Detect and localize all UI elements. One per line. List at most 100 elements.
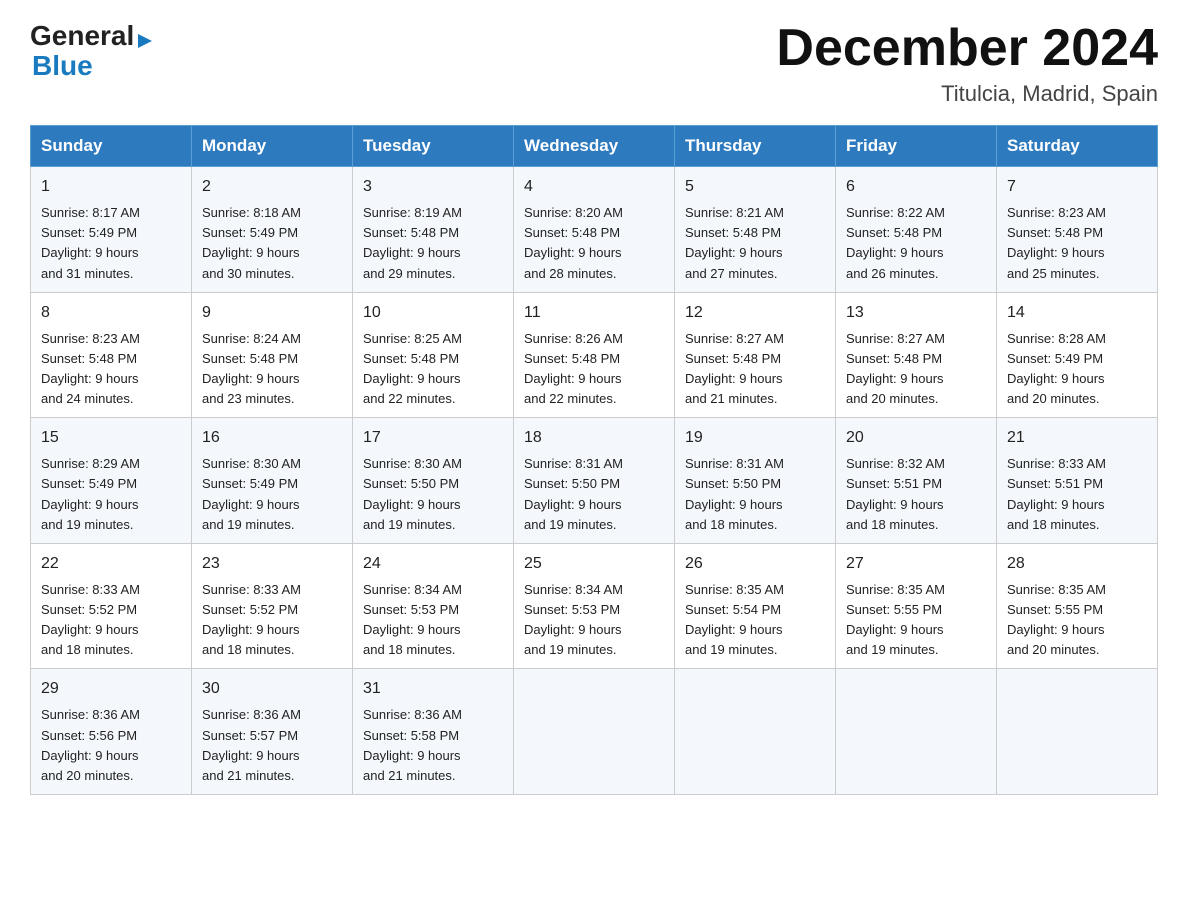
day-number: 27 [846, 552, 986, 576]
day-info: Sunrise: 8:36 AMSunset: 5:56 PMDaylight:… [41, 705, 181, 786]
calendar-cell: 20 Sunrise: 8:32 AMSunset: 5:51 PMDayligh… [836, 418, 997, 544]
logo-blue-text: Blue [32, 50, 93, 82]
day-number: 4 [524, 175, 664, 199]
calendar-cell: 17 Sunrise: 8:30 AMSunset: 5:50 PMDayligh… [353, 418, 514, 544]
header-saturday: Saturday [997, 126, 1158, 167]
day-number: 29 [41, 677, 181, 701]
calendar-cell: 23Sunrise: 8:33 AMSunset: 5:52 PMDayligh… [192, 543, 353, 669]
day-number: 12 [685, 301, 825, 325]
day-number: 2 [202, 175, 342, 199]
header-wednesday: Wednesday [514, 126, 675, 167]
day-info: Sunrise: 8:18 AMSunset: 5:49 PMDaylight:… [202, 203, 342, 284]
calendar-cell: 6 Sunrise: 8:22 AMSunset: 5:48 PMDaylight… [836, 167, 997, 293]
calendar-cell: 29 Sunrise: 8:36 AMSunset: 5:56 PMDayligh… [31, 669, 192, 795]
calendar-cell: 19 Sunrise: 8:31 AMSunset: 5:50 PMDayligh… [675, 418, 836, 544]
day-info: Sunrise: 8:35 AMSunset: 5:55 PMDaylight:… [1007, 580, 1147, 661]
day-number: 21 [1007, 426, 1147, 450]
header-friday: Friday [836, 126, 997, 167]
day-number: 24 [363, 552, 503, 576]
day-info: Sunrise: 8:33 AMSunset: 5:52 PMDaylight:… [41, 580, 181, 661]
day-info: Sunrise: 8:36 AMSunset: 5:57 PMDaylight:… [202, 705, 342, 786]
calendar-table: Sunday Monday Tuesday Wednesday Thursday… [30, 125, 1158, 795]
day-info: Sunrise: 8:34 AMSunset: 5:53 PMDaylight:… [363, 580, 503, 661]
calendar-cell: 22 Sunrise: 8:33 AMSunset: 5:52 PMDayligh… [31, 543, 192, 669]
month-year-title: December 2024 [776, 20, 1158, 77]
day-number: 20 [846, 426, 986, 450]
day-number: 16 [202, 426, 342, 450]
day-number: 11 [524, 301, 664, 325]
day-info: Sunrise: 8:30 AMSunset: 5:49 PMDaylight:… [202, 454, 342, 535]
location-subtitle: Titulcia, Madrid, Spain [776, 81, 1158, 107]
calendar-cell: 25 Sunrise: 8:34 AMSunset: 5:53 PMDayligh… [514, 543, 675, 669]
calendar-cell: 11Sunrise: 8:26 AMSunset: 5:48 PMDayligh… [514, 292, 675, 418]
day-number: 17 [363, 426, 503, 450]
calendar-cell [675, 669, 836, 795]
day-number: 8 [41, 301, 181, 325]
calendar-cell: 24 Sunrise: 8:34 AMSunset: 5:53 PMDayligh… [353, 543, 514, 669]
day-info: Sunrise: 8:30 AMSunset: 5:50 PMDaylight:… [363, 454, 503, 535]
calendar-cell: 27 Sunrise: 8:35 AMSunset: 5:55 PMDayligh… [836, 543, 997, 669]
day-info: Sunrise: 8:22 AMSunset: 5:48 PMDaylight:… [846, 203, 986, 284]
calendar-week-row: 1Sunrise: 8:17 AMSunset: 5:49 PMDaylight… [31, 167, 1158, 293]
day-info: Sunrise: 8:23 AMSunset: 5:48 PMDaylight:… [41, 329, 181, 410]
day-number: 26 [685, 552, 825, 576]
day-number: 10 [363, 301, 503, 325]
day-number: 19 [685, 426, 825, 450]
day-info: Sunrise: 8:23 AMSunset: 5:48 PMDaylight:… [1007, 203, 1147, 284]
title-block: December 2024 Titulcia, Madrid, Spain [776, 20, 1158, 107]
day-number: 14 [1007, 301, 1147, 325]
header-monday: Monday [192, 126, 353, 167]
day-number: 25 [524, 552, 664, 576]
calendar-week-row: 22 Sunrise: 8:33 AMSunset: 5:52 PMDayligh… [31, 543, 1158, 669]
calendar-cell: 18 Sunrise: 8:31 AMSunset: 5:50 PMDayligh… [514, 418, 675, 544]
day-info: Sunrise: 8:28 AMSunset: 5:49 PMDaylight:… [1007, 329, 1147, 410]
calendar-cell: 16 Sunrise: 8:30 AMSunset: 5:49 PMDayligh… [192, 418, 353, 544]
day-info: Sunrise: 8:24 AMSunset: 5:48 PMDaylight:… [202, 329, 342, 410]
calendar-cell: 1Sunrise: 8:17 AMSunset: 5:49 PMDaylight… [31, 167, 192, 293]
day-number: 6 [846, 175, 986, 199]
calendar-cell: 5Sunrise: 8:21 AMSunset: 5:48 PMDaylight… [675, 167, 836, 293]
day-info: Sunrise: 8:36 AMSunset: 5:58 PMDaylight:… [363, 705, 503, 786]
header-thursday: Thursday [675, 126, 836, 167]
day-number: 30 [202, 677, 342, 701]
logo: General Blue [30, 20, 156, 82]
calendar-body: 1Sunrise: 8:17 AMSunset: 5:49 PMDaylight… [31, 167, 1158, 795]
day-number: 9 [202, 301, 342, 325]
day-number: 13 [846, 301, 986, 325]
day-number: 31 [363, 677, 503, 701]
day-info: Sunrise: 8:31 AMSunset: 5:50 PMDaylight:… [524, 454, 664, 535]
day-number: 1 [41, 175, 181, 199]
calendar-week-row: 15Sunrise: 8:29 AMSunset: 5:49 PMDayligh… [31, 418, 1158, 544]
logo-arrow-icon [134, 30, 156, 52]
calendar-cell: 21 Sunrise: 8:33 AMSunset: 5:51 PMDayligh… [997, 418, 1158, 544]
day-number: 7 [1007, 175, 1147, 199]
day-number: 28 [1007, 552, 1147, 576]
calendar-cell: 2 Sunrise: 8:18 AMSunset: 5:49 PMDaylight… [192, 167, 353, 293]
calendar-week-row: 29 Sunrise: 8:36 AMSunset: 5:56 PMDayligh… [31, 669, 1158, 795]
day-info: Sunrise: 8:21 AMSunset: 5:48 PMDaylight:… [685, 203, 825, 284]
calendar-cell [997, 669, 1158, 795]
calendar-cell: 4 Sunrise: 8:20 AMSunset: 5:48 PMDaylight… [514, 167, 675, 293]
day-info: Sunrise: 8:35 AMSunset: 5:55 PMDaylight:… [846, 580, 986, 661]
day-number: 18 [524, 426, 664, 450]
day-info: Sunrise: 8:31 AMSunset: 5:50 PMDaylight:… [685, 454, 825, 535]
page-header: General Blue December 2024 Titulcia, Mad… [30, 20, 1158, 107]
day-info: Sunrise: 8:33 AMSunset: 5:52 PMDaylight:… [202, 580, 342, 661]
calendar-cell: 31 Sunrise: 8:36 AMSunset: 5:58 PMDayligh… [353, 669, 514, 795]
calendar-cell: 10 Sunrise: 8:25 AMSunset: 5:48 PMDayligh… [353, 292, 514, 418]
day-info: Sunrise: 8:19 AMSunset: 5:48 PMDaylight:… [363, 203, 503, 284]
calendar-header-row: Sunday Monday Tuesday Wednesday Thursday… [31, 126, 1158, 167]
calendar-cell: 30 Sunrise: 8:36 AMSunset: 5:57 PMDayligh… [192, 669, 353, 795]
day-info: Sunrise: 8:34 AMSunset: 5:53 PMDaylight:… [524, 580, 664, 661]
day-number: 22 [41, 552, 181, 576]
day-number: 3 [363, 175, 503, 199]
day-info: Sunrise: 8:32 AMSunset: 5:51 PMDaylight:… [846, 454, 986, 535]
logo-general-text: General [30, 20, 134, 52]
day-info: Sunrise: 8:33 AMSunset: 5:51 PMDaylight:… [1007, 454, 1147, 535]
calendar-cell: 12Sunrise: 8:27 AMSunset: 5:48 PMDayligh… [675, 292, 836, 418]
calendar-week-row: 8 Sunrise: 8:23 AMSunset: 5:48 PMDaylight… [31, 292, 1158, 418]
day-info: Sunrise: 8:20 AMSunset: 5:48 PMDaylight:… [524, 203, 664, 284]
day-info: Sunrise: 8:27 AMSunset: 5:48 PMDaylight:… [846, 329, 986, 410]
calendar-cell [514, 669, 675, 795]
day-info: Sunrise: 8:25 AMSunset: 5:48 PMDaylight:… [363, 329, 503, 410]
